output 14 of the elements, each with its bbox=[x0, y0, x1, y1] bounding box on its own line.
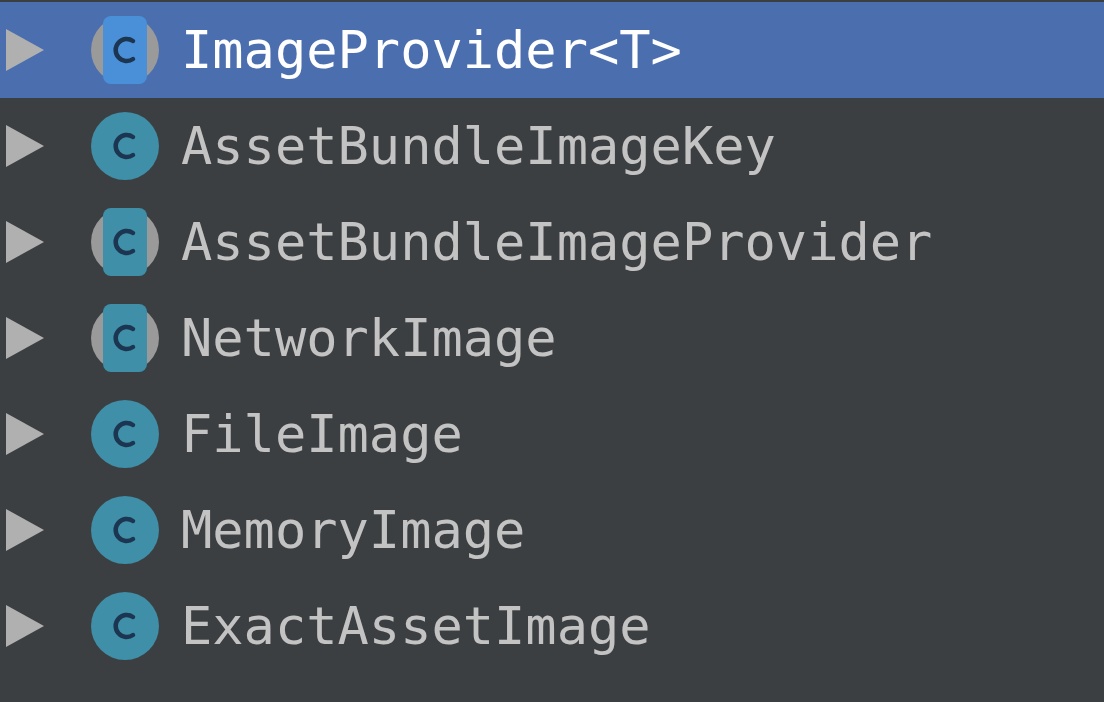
expand-arrow-icon[interactable] bbox=[4, 413, 46, 455]
expand-arrow-icon[interactable] bbox=[4, 605, 46, 647]
abstract-class-icon bbox=[89, 206, 161, 278]
expand-arrow-icon[interactable] bbox=[4, 509, 46, 551]
expand-arrow-icon[interactable] bbox=[4, 317, 46, 359]
class-icon bbox=[89, 110, 161, 182]
abstract-class-icon bbox=[89, 14, 161, 86]
class-icon bbox=[89, 590, 161, 662]
abstract-class-icon bbox=[89, 302, 161, 374]
expand-arrow-icon[interactable] bbox=[4, 221, 46, 263]
expand-arrow-icon[interactable] bbox=[4, 125, 46, 167]
tree-row[interactable]: ImageProvider<T> bbox=[0, 2, 1104, 98]
class-icon bbox=[89, 398, 161, 470]
class-icon bbox=[89, 494, 161, 566]
